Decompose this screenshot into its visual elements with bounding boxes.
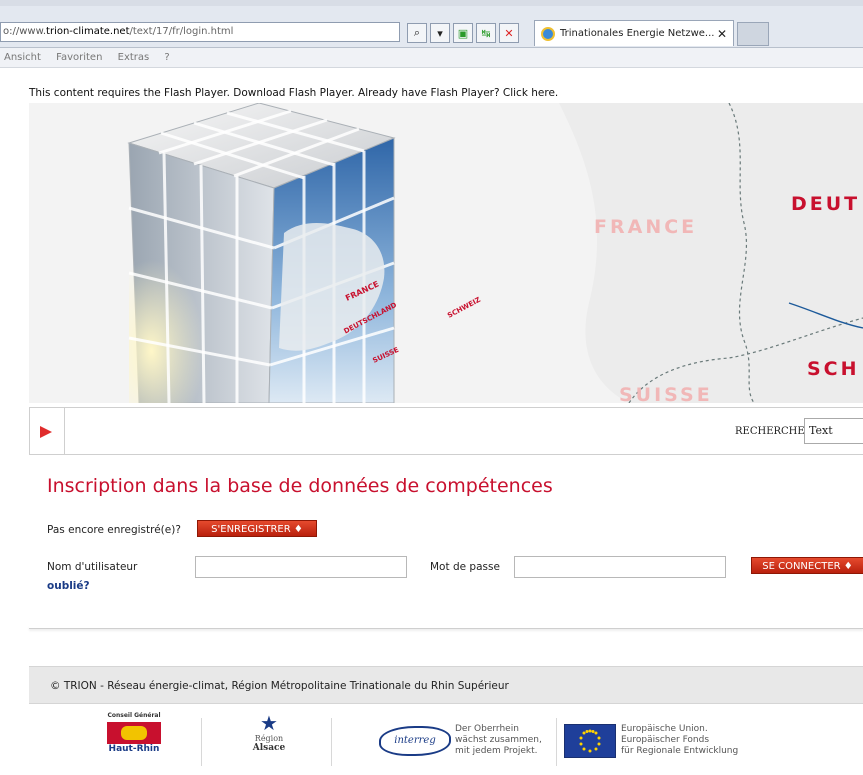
flash-message[interactable]: This content requires the Flash Player. … [29,87,558,99]
refresh-icon[interactable]: ↹ [476,23,496,43]
address-bar-area: o://www.trion-climate.net/text/17/fr/log… [0,6,863,48]
register-prompt: Pas encore enregistré(e)? [47,524,181,536]
menu-favoriten[interactable]: Favoriten [56,52,102,63]
haut-rhin-logo[interactable]: Conseil Général Haut-Rhin [99,712,169,768]
separator [201,718,202,766]
eu-flag-icon [564,724,616,758]
register-button-label: S'ENREGISTRER [211,524,291,535]
map-label-france: FRANCE [594,216,697,238]
password-label: Mot de passe [430,561,500,573]
divider [29,625,863,629]
footer-copyright: © TRION - Réseau énergie-climat, Région … [29,666,863,704]
separator [331,718,332,766]
url-field[interactable]: o://www.trion-climate.net/text/17/fr/log… [0,22,400,42]
eu-text-1: Europäische Union. [621,724,708,734]
url-prefix: o://www. [3,26,47,37]
play-cell[interactable] [30,408,65,454]
haut-rhin-emblem [107,722,161,744]
url-buttons: ⌕ ▾ ▣ ↹ ✕ [407,23,519,43]
interreg-text-1: Der Oberrhein [455,724,519,734]
dropdown-icon[interactable]: ▾ [430,23,450,43]
menu-ansicht[interactable]: Ansicht [4,52,41,63]
new-tab-button[interactable] [737,22,769,46]
eu-text-2: Europäischer Fonds [621,735,710,745]
compat-icon[interactable]: ▣ [453,23,473,43]
menu-extras[interactable]: Extras [118,52,150,63]
interreg-text-2: wächst zusammen, [455,735,542,745]
close-tab-icon[interactable]: ✕ [717,27,727,41]
register-button[interactable]: S'ENREGISTRER ♦ [197,520,317,537]
haut-rhin-top: Conseil Général [107,712,161,719]
partner-logos: Conseil Général Haut-Rhin ★ Région Alsac… [29,712,863,772]
search-input[interactable]: Text [804,418,863,444]
interreg-text-3: mit jedem Projekt. [455,746,538,756]
eu-stars [579,729,601,753]
alsace-line2: Alsace [252,743,286,753]
map-label-sch: SCH [807,358,860,380]
map-label-deut: DEUT [791,193,860,215]
alsace-line1: Région [254,734,284,743]
username-label: Nom d'utilisateur [47,561,138,573]
map-label-suisse: SUISSE [619,384,713,403]
search-icon[interactable]: ⌕ [407,23,427,43]
arrow-icon: ♦ [293,524,303,535]
url-host: trion-climate.net [46,26,130,37]
interreg-text: Der Oberrhein wächst zusammen, mit jedem… [455,724,555,775]
eu-text-3: für Regionale Entwicklung [621,746,739,756]
eu-text: Europäische Union. Europäischer Fonds fü… [621,724,771,775]
separator [556,718,557,766]
password-input[interactable] [514,556,726,578]
browser-tab[interactable]: Trinationales Energie Netzwe... ✕ [534,20,734,46]
search-label: RECHERCHE [735,426,805,437]
region-alsace-logo[interactable]: ★ Région Alsace [244,712,294,768]
login-button[interactable]: SE CONNECTER ♦ [751,557,863,574]
stop-icon[interactable]: ✕ [499,23,519,43]
page-title: Inscription dans la base de données de c… [47,475,553,497]
banner-graphic: FRANCE DEUT SCH SUISSE FRANCE DEUTSCHLAN… [29,103,863,403]
login-button-label: SE CONNECTER [762,561,841,572]
tab-title: Trinationales Energie Netzwe... [560,28,715,39]
arrow-icon: ♦ [843,561,853,572]
play-icon[interactable] [40,426,52,438]
url-path: /text/17/fr/login.html [129,26,234,37]
interreg-logo[interactable]: interreg [379,712,459,768]
interreg-name: interreg [379,726,451,756]
menu-bar: Ansicht Favoriten Extras ? [0,48,863,68]
ie-icon [541,26,555,41]
banner-image: FRANCE DEUT SCH SUISSE FRANCE DEUTSCHLAN… [29,103,863,403]
username-input[interactable] [195,556,407,578]
haut-rhin-name: Haut-Rhin [108,744,160,754]
menu-help[interactable]: ? [164,52,169,63]
star-icon: ★ [260,711,278,735]
forgot-password-link[interactable]: oublié? [47,580,90,592]
